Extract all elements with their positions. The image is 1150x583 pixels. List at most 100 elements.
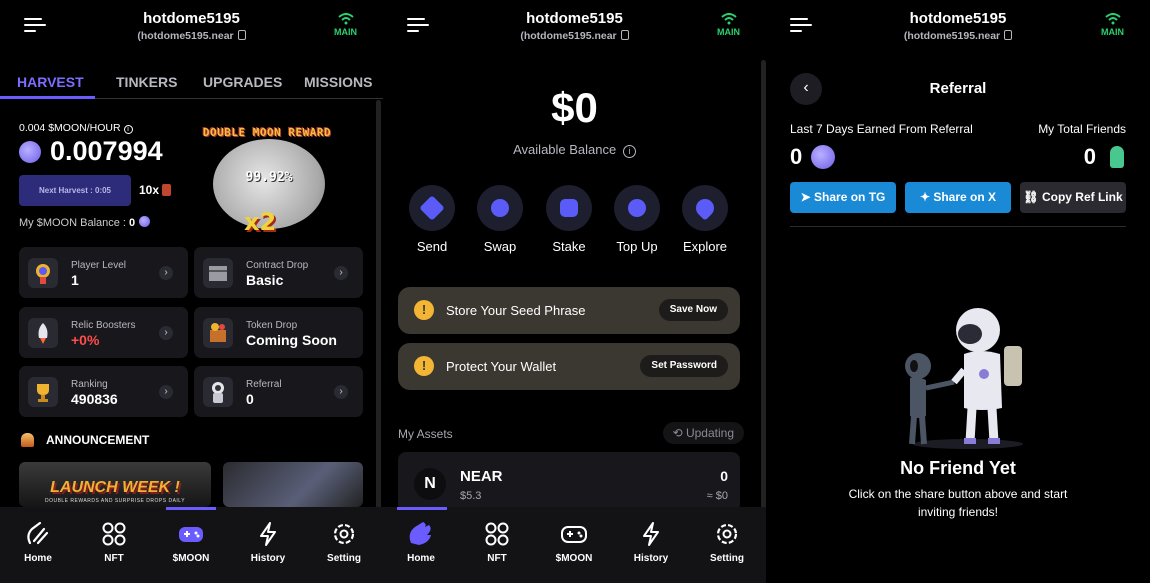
send-button[interactable]: Send [402, 185, 462, 254]
updating-button[interactable]: ⟲ Updating [662, 422, 744, 444]
account-id[interactable]: (hotdome5195.near [766, 30, 1150, 42]
wifi-icon [1104, 13, 1121, 25]
card-ranking[interactable]: Ranking 490836 › [19, 366, 188, 417]
rocket-icon [692, 195, 718, 221]
seed-phrase-alert[interactable]: ! Store Your Seed Phrase Save Now [398, 287, 740, 334]
asset-price: $5.3 [460, 490, 482, 502]
moon-rate: 0.004 $MOON/HOUR i [19, 122, 133, 134]
copy-icon[interactable] [237, 30, 246, 40]
scrollbar[interactable] [376, 100, 381, 510]
alien-icon [1110, 146, 1124, 168]
hand-icon [409, 522, 431, 545]
card-token-drop[interactable]: Token Drop Coming Soon [194, 307, 363, 358]
copy-icon[interactable] [1004, 30, 1013, 40]
swap-button[interactable]: Swap [470, 185, 530, 254]
jar-icon [162, 184, 172, 196]
nav-moon[interactable]: $MOON [544, 521, 604, 564]
page-title: Referral [929, 80, 987, 97]
card-value: +0% [71, 332, 100, 348]
active-tab-indicator [0, 96, 95, 99]
asset-amount: 0 [720, 468, 728, 484]
multiplier-badge: 10x [139, 183, 172, 197]
wifi-icon [337, 13, 354, 25]
copy-ref-link-button[interactable]: ⛓ Copy Ref Link [1020, 182, 1126, 213]
chevron-right-icon: › [159, 385, 173, 399]
earned-label: Last 7 Days Earned From Referral [790, 122, 973, 136]
account-id[interactable]: (hotdome5195.near [383, 30, 766, 42]
telegram-icon: ➤ [800, 190, 815, 204]
tab-missions[interactable]: MISSIONS [304, 74, 372, 90]
dollar-coin-icon [628, 199, 646, 217]
link-icon: ⛓ [1023, 190, 1042, 204]
double-moon-reward-art[interactable]: DOUBLE MOON REWARD 99.92% x2 [184, 126, 350, 244]
bottom-nav: Home NFT $MOON History Setting [0, 507, 383, 583]
swap-icon [491, 199, 509, 217]
nav-nft[interactable]: NFT [467, 521, 527, 564]
token-drop-icon [203, 318, 233, 348]
moon-coin-icon [19, 140, 41, 163]
moon-reward-title: DOUBLE MOON REWARD [202, 126, 332, 139]
asset-row-near[interactable]: N NEAR $5.3 0 ≈ $0 [398, 452, 740, 512]
username: hotdome5195 [143, 10, 240, 27]
moon-percent: 99.92% [245, 170, 293, 185]
chevron-right-icon: › [334, 385, 348, 399]
nav-setting[interactable]: Setting [314, 521, 374, 564]
info-icon[interactable]: i [622, 145, 636, 158]
network-status: MAIN [334, 13, 357, 37]
share-tg-button[interactable]: ➤ Share on TG [790, 182, 896, 213]
launch-week-banner[interactable]: LAUNCH WEEK ! DOUBLE REWARDS AND SURPRIS… [19, 462, 211, 507]
announcement-banner-2[interactable] [223, 462, 363, 507]
friends-label: My Total Friends [1038, 122, 1126, 136]
card-label: Relic Boosters [71, 320, 136, 331]
lightning-icon [260, 522, 276, 546]
card-relic-boosters[interactable]: Relic Boosters +0% › [19, 307, 188, 358]
top-up-button[interactable]: Top Up [607, 185, 667, 254]
tab-harvest[interactable]: HARVEST [17, 74, 84, 90]
harvest-tabs: HARVEST TINKERS UPGRADES MISSIONS [0, 70, 383, 99]
astronaut-icon [203, 377, 233, 407]
copy-icon[interactable] [620, 30, 629, 40]
gear-icon [716, 523, 738, 545]
earned-value: 0 [790, 144, 836, 170]
wallet-panel: hotdome5195 (hotdome5195.near MAIN $0 Av… [383, 0, 766, 583]
set-password-button[interactable]: Set Password [640, 355, 728, 377]
nav-home[interactable]: Home [8, 521, 68, 564]
banner-title: LAUNCH WEEK ! [50, 479, 180, 496]
account-id[interactable]: (hotdome5195.near [0, 30, 383, 42]
nav-setting[interactable]: Setting [697, 521, 757, 564]
nav-history[interactable]: History [621, 521, 681, 564]
alert-text: Protect Your Wallet [446, 359, 557, 374]
tab-upgrades[interactable]: UPGRADES [203, 74, 282, 90]
stake-button[interactable]: Stake [539, 185, 599, 254]
tab-tinkers[interactable]: TINKERS [116, 74, 177, 90]
share-x-button[interactable]: ✦ Share on X [905, 182, 1011, 213]
info-icon[interactable]: i [123, 125, 133, 134]
alert-text: Store Your Seed Phrase [446, 303, 586, 318]
card-player-level[interactable]: Player Level 1 › [19, 247, 188, 298]
next-harvest-button[interactable]: Next Harvest : 0:05 [19, 175, 131, 206]
nav-home[interactable]: Home [391, 521, 451, 564]
astronaut-alien-illustration [905, 308, 1023, 449]
send-icon [419, 195, 445, 221]
bottom-nav: Home NFT $MOON History Setting [383, 507, 766, 583]
user-info: hotdome5195 (hotdome5195.near [383, 10, 766, 42]
harvest-panel: hotdome5195 (hotdome5195.near MAIN HARVE… [0, 0, 383, 583]
warning-icon: ! [414, 300, 434, 320]
card-contract-drop[interactable]: Contract Drop Basic › [194, 247, 363, 298]
moon-multiplier: x2 [244, 208, 277, 236]
nav-moon[interactable]: $MOON [161, 521, 221, 564]
save-now-button[interactable]: Save Now [658, 299, 728, 321]
nav-history[interactable]: History [238, 521, 298, 564]
lightning-icon [643, 522, 659, 546]
empty-state-subtitle: Click on the share button above and star… [848, 487, 1068, 519]
announcement-heading: ANNOUNCEMENT [21, 433, 149, 447]
medal-icon [28, 258, 58, 288]
card-referral[interactable]: Referral 0 › [194, 366, 363, 417]
explore-button[interactable]: Explore [675, 185, 735, 254]
chevron-right-icon: › [334, 266, 348, 280]
nav-nft[interactable]: NFT [84, 521, 144, 564]
grid-circles-icon [485, 522, 509, 546]
card-value: Basic [246, 272, 284, 288]
protect-wallet-alert[interactable]: ! Protect Your Wallet Set Password [398, 343, 740, 390]
card-label: Ranking [71, 379, 108, 390]
